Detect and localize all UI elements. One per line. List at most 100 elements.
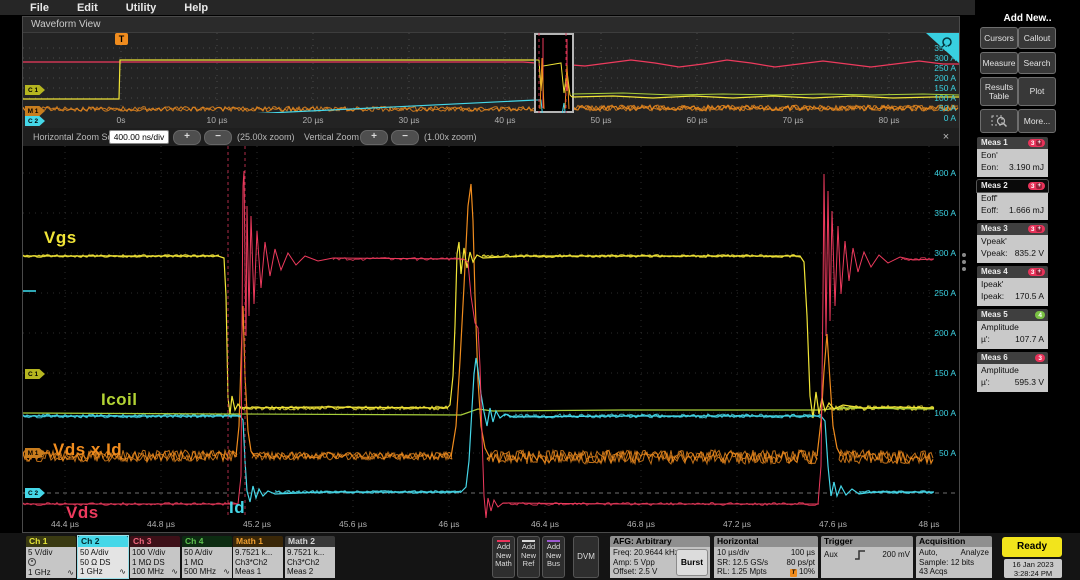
horizontal-badge[interactable]: Horizontal 10 µs/div100 µs SR: 12.5 GS/s… xyxy=(714,536,818,578)
horizontal-scale: 10 µs/div xyxy=(717,548,749,558)
axis-tick-label: 70 µs xyxy=(768,115,818,125)
meas-source-badge: 4 xyxy=(1035,311,1045,319)
trigger-source: Aux xyxy=(824,550,838,561)
bandwidth-icon: ∿ xyxy=(119,567,126,576)
bandwidth-icon: ∿ xyxy=(171,567,178,576)
measurement-badge-meas-6[interactable]: Meas 63Amplitudeµ':595.3 V xyxy=(977,352,1048,392)
measurement-badge-meas-2[interactable]: Meas 23+Eoff'Eoff:1.666 mJ xyxy=(977,180,1048,220)
ref-color-bar xyxy=(547,540,560,542)
vzoom-decrease-button[interactable]: − xyxy=(391,130,419,145)
meas-name: Meas 2 xyxy=(981,181,1008,190)
channel-badge-ch-2[interactable]: Ch 250 A/div50 Ω DS1 GHz∿ xyxy=(78,536,128,578)
results-table-button[interactable]: Results Table xyxy=(980,77,1018,106)
meas-source-badge: 3+ xyxy=(1028,182,1045,190)
zoomed-waveform-plot[interactable]: 400 A350 A300 A250 A200 A150 A100 A50 A … xyxy=(23,146,959,518)
channel-badge-ch-1[interactable]: Ch 15 V/div1 GHz∿ xyxy=(26,536,76,578)
meas-line1: Vpeak' xyxy=(981,236,1044,246)
acquisition-sample: Sample: 12 bits xyxy=(919,558,989,568)
more-button[interactable]: More... xyxy=(1018,109,1056,133)
menu-bar: File Edit Utility Help xyxy=(0,0,975,15)
channel-badge-math-1[interactable]: Math 19.7521 k...Ch3*Ch2Meas 1 xyxy=(233,536,283,578)
hzoom-increase-button[interactable]: + xyxy=(173,130,201,145)
add-new-math-button[interactable]: AddNewMath xyxy=(492,536,515,578)
axis-tick-label: 44.8 µs xyxy=(136,519,186,529)
trigger-badge[interactable]: Trigger Aux 200 mV xyxy=(821,536,913,578)
vertical-zoom-label: Vertical Zoom xyxy=(304,132,359,142)
measurement-badge-meas-4[interactable]: Meas 43+Ipeak'Ipeak:170.5 A xyxy=(977,266,1048,306)
axis-tick-label: 80 µs xyxy=(864,115,914,125)
probe-icon xyxy=(28,558,36,566)
meas-value-label: Ipeak: xyxy=(981,291,1004,301)
meas-source-badge: 3+ xyxy=(1028,225,1045,233)
trigger-position-icon: T xyxy=(790,569,797,577)
vzoom-increase-button[interactable]: + xyxy=(360,130,388,145)
axis-tick-label: 45.6 µs xyxy=(328,519,378,529)
waveform-view-title: Waveform View xyxy=(31,19,100,30)
meas-value-label: Eoff: xyxy=(981,205,998,215)
meas-value-label: µ': xyxy=(981,377,990,387)
axis-tick-label: 46.4 µs xyxy=(520,519,570,529)
meas-line1: Eoff' xyxy=(981,193,1044,203)
channel-badge-ch-4[interactable]: Ch 450 A/div1 MΩ500 MHz∿ xyxy=(182,536,232,578)
dvm-button[interactable]: DVM xyxy=(573,536,599,578)
meas-name: Meas 4 xyxy=(981,267,1008,276)
overview-plot[interactable]: 0s10 µs20 µs30 µs40 µs50 µs60 µs70 µs80 … xyxy=(23,33,959,128)
panel-splitter-handle[interactable] xyxy=(960,250,968,274)
time-label: 3:28:24 PM xyxy=(1004,569,1062,578)
ref-color-bar xyxy=(497,540,510,542)
horizontal-trigger-position: 10% xyxy=(799,567,815,576)
close-zoom-icon[interactable]: × xyxy=(939,130,953,144)
add-new-ref-button[interactable]: AddNewRef xyxy=(517,536,540,578)
waveform-view-tab[interactable]: Waveform View xyxy=(23,17,959,33)
axis-tick-label: 44.4 µs xyxy=(40,519,90,529)
meas-name: Meas 3 xyxy=(981,224,1008,233)
axis-tick-label: 47.6 µs xyxy=(808,519,858,529)
axis-tick-label: 50 µs xyxy=(576,115,626,125)
acquisition-title: Acquisition xyxy=(916,536,992,547)
axis-tick-label: 48 µs xyxy=(904,519,954,529)
zoom-toolbar: Horizontal Zoom Scale + − (25.00x zoom) … xyxy=(23,128,959,147)
cursors-button[interactable]: Cursors xyxy=(980,27,1018,49)
ready-status-button[interactable]: Ready xyxy=(1002,537,1062,557)
measurement-badge-meas-1[interactable]: Meas 13+Eon'Eon:3.190 mJ xyxy=(977,137,1048,177)
waveform-display: Waveform View 0s10 µs20 µs30 µs40 µs50 µ… xyxy=(22,16,960,533)
menu-edit[interactable]: Edit xyxy=(77,2,98,14)
zoom-overview-icon-button[interactable] xyxy=(980,109,1018,133)
search-button[interactable]: Search xyxy=(1018,52,1056,74)
menu-utility[interactable]: Utility xyxy=(126,2,157,14)
meas-source-badge: 3 xyxy=(1035,354,1045,362)
meas-name: Meas 5 xyxy=(981,310,1008,319)
zoom-overview-icon xyxy=(991,114,1008,128)
axis-tick-label: 0s xyxy=(96,115,146,125)
hzoom-decrease-button[interactable]: − xyxy=(204,130,232,145)
bandwidth-icon: ∿ xyxy=(223,567,230,576)
axis-tick-label: 10 µs xyxy=(192,115,242,125)
main-waveform-svg xyxy=(23,146,959,518)
meas-name: Meas 1 xyxy=(981,138,1008,147)
plot-button[interactable]: Plot xyxy=(1018,77,1056,106)
horizontal-zoom-scale-input[interactable] xyxy=(109,130,169,144)
measurement-badge-meas-3[interactable]: Meas 33+Vpeak'Vpeak:835.2 V xyxy=(977,223,1048,263)
trigger-marker-icon[interactable]: T xyxy=(115,33,128,45)
afg-badge[interactable]: AFG: Arbitrary Freq: 20.9644 kHz Amp: 5 … xyxy=(610,536,710,578)
add-new-bus-button[interactable]: AddNewBus xyxy=(542,536,565,578)
measurement-badge-meas-5[interactable]: Meas 54Amplitudeµ':107.7 A xyxy=(977,309,1048,349)
meas-value: 170.5 A xyxy=(1015,291,1044,301)
burst-button[interactable]: Burst xyxy=(676,549,708,576)
axis-tick-label: 45.2 µs xyxy=(232,519,282,529)
meas-value-label: µ': xyxy=(981,334,990,344)
horizontal-recordlength: RL: 1.25 Mpts xyxy=(717,567,767,577)
callout-button[interactable]: Callout xyxy=(1018,27,1056,49)
menu-file[interactable]: File xyxy=(30,2,49,14)
meas-value: 595.3 V xyxy=(1015,377,1044,387)
meas-source-badge: 3+ xyxy=(1028,268,1045,276)
menu-help[interactable]: Help xyxy=(184,2,208,14)
axis-tick-label: 40 µs xyxy=(480,115,530,125)
measure-button[interactable]: Measure xyxy=(980,52,1018,74)
bottom-settings-bar: Ch 15 V/div1 GHz∿Ch 250 A/div50 Ω DS1 GH… xyxy=(0,533,1080,580)
acquisition-badge[interactable]: Acquisition Auto,Analyze Sample: 12 bits… xyxy=(916,536,992,578)
acquisition-mode: Auto, xyxy=(919,548,938,558)
channel-badge-math-2[interactable]: Math 29.7521 k...Ch3*Ch2Meas 2 xyxy=(285,536,335,578)
channel-badge-ch-3[interactable]: Ch 3100 V/div1 MΩ DS100 MHz∿ xyxy=(130,536,180,578)
vzoom-factor-label: (1.00x zoom) xyxy=(424,132,477,142)
